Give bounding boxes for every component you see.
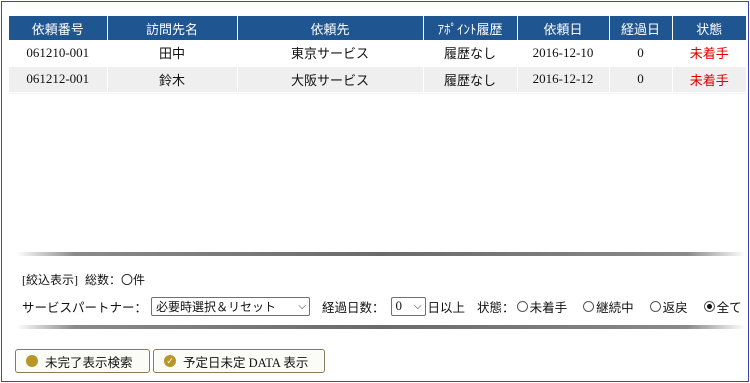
cell-elapsed-days: 0 (609, 66, 673, 93)
cell-request-date: 2016-12-10 (517, 40, 610, 67)
chevron-down-icon: ⌵ (298, 300, 307, 312)
status-radio-not-started[interactable]: 未着手 (516, 297, 568, 316)
radio-label: 全て (716, 300, 742, 315)
table-row[interactable]: 061210-001 田中 東京サービス 履歴なし 2016-12-10 0 未… (9, 40, 746, 67)
days-label: 経過日数： (322, 300, 385, 315)
table-header-row: 依頼番号 訪問先名 依頼先 ｱﾎﾟｲﾝﾄ履歴 依頼日 経過日 状態 (9, 16, 746, 40)
divider-top (16, 252, 746, 256)
status-radio-in-progress[interactable]: 継続中 (583, 297, 634, 316)
partner-select[interactable]: 必要時選択＆リセット ⌵ (151, 296, 311, 316)
incomplete-search-label: 未完了表示検索 (45, 355, 133, 370)
cell-appoint-history: 履歴なし (423, 40, 518, 67)
cell-request-to: 大阪サービス (237, 66, 424, 93)
request-table: 依頼番号 訪問先名 依頼先 ｱﾎﾟｲﾝﾄ履歴 依頼日 経過日 状態 061210… (9, 16, 746, 93)
total-count-label: 総数：〇件 (85, 273, 146, 287)
divider-bottom (16, 325, 746, 329)
cell-status: 未着手 (672, 66, 746, 93)
cell-appoint-history: 履歴なし (423, 66, 518, 93)
cell-status: 未着手 (672, 40, 746, 67)
cell-request-date: 2016-12-12 (517, 66, 610, 93)
col-header-appoint-history[interactable]: ｱﾎﾟｲﾝﾄ履歴 (423, 16, 518, 40)
col-header-request-no[interactable]: 依頼番号 (9, 16, 108, 40)
partner-label: サービスパートナー： (22, 300, 148, 315)
table-row[interactable]: 061212-001 鈴木 大阪サービス 履歴なし 2016-12-12 0 未… (9, 66, 746, 93)
cell-visit-name: 田中 (107, 40, 238, 67)
circle-bullet-icon (26, 355, 38, 367)
request-grid: 依頼番号 訪問先名 依頼先 ｱﾎﾟｲﾝﾄ履歴 依頼日 経過日 状態 061210… (9, 16, 746, 94)
col-header-request-date[interactable]: 依頼日 (517, 16, 610, 40)
undetermined-data-label: 予定日未定 DATA 表示 (183, 355, 309, 370)
radio-label: 未着手 (529, 300, 568, 315)
status-radio-returned[interactable]: 返戻 (649, 297, 688, 316)
days-select-value: 0 (395, 298, 403, 313)
chevron-down-icon: ⌵ (413, 300, 422, 312)
cell-visit-name: 鈴木 (107, 66, 238, 93)
incomplete-search-button[interactable]: 未完了表示検索 (15, 349, 150, 373)
radio-circle[interactable] (516, 300, 528, 312)
filter-summary: [絞込表示] 総数：〇件 (22, 271, 149, 288)
partner-select-value: 必要時選択＆リセット (156, 299, 277, 314)
col-header-visit-name[interactable]: 訪問先名 (107, 16, 238, 40)
radio-circle[interactable] (649, 300, 661, 312)
col-header-elapsed-days[interactable]: 経過日 (609, 16, 673, 40)
radio-circle-selected[interactable] (703, 300, 715, 312)
filter-controls: サービスパートナー： 必要時選択＆リセット ⌵ 経過日数： 0 ⌵ 日以上 状態… (22, 294, 742, 318)
radio-circle[interactable] (583, 300, 595, 312)
check-circle-icon: ✓ (164, 355, 176, 367)
radio-label: 継続中 (596, 300, 634, 315)
cell-request-to: 東京サービス (237, 40, 424, 67)
app-window: 依頼番号 訪問先名 依頼先 ｱﾎﾟｲﾝﾄ履歴 依頼日 経過日 状態 061210… (1, 1, 749, 382)
radio-label: 返戻 (662, 300, 688, 315)
days-select[interactable]: 0 ⌵ (390, 296, 426, 316)
filter-section-label: [絞込表示] (22, 273, 78, 287)
col-header-request-to[interactable]: 依頼先 (237, 16, 424, 40)
undetermined-data-button[interactable]: ✓ 予定日未定 DATA 表示 (153, 349, 325, 373)
status-label: 状態： (477, 300, 515, 315)
cell-elapsed-days: 0 (609, 40, 673, 67)
days-suffix: 日以上 (427, 300, 466, 315)
status-radio-all[interactable]: 全て (703, 297, 742, 316)
cell-request-no[interactable]: 061210-001 (9, 40, 108, 67)
col-header-status[interactable]: 状態 (672, 16, 746, 40)
cell-request-no[interactable]: 061212-001 (9, 66, 108, 93)
